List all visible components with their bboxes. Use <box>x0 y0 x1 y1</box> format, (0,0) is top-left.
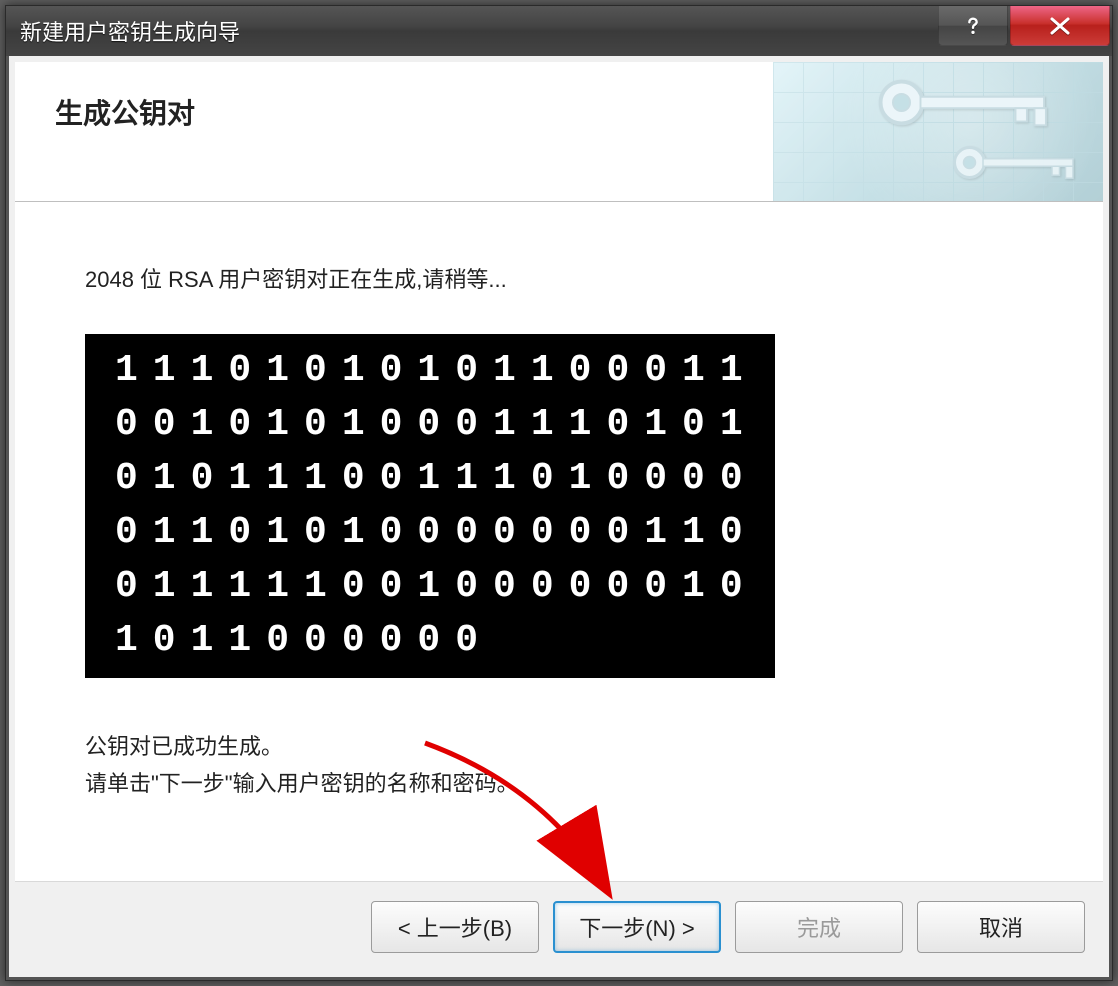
titlebar-controls <box>938 6 1112 46</box>
wizard-content: 2048 位 RSA 用户密钥对正在生成,请稍等... 111010101011… <box>15 202 1103 881</box>
wizard-footer: < 上一步(B) 下一步(N) > 完成 取消 <box>15 881 1103 971</box>
next-button[interactable]: 下一步(N) > <box>553 901 721 953</box>
key-icon <box>947 140 1097 185</box>
back-button[interactable]: < 上一步(B) <box>371 901 539 953</box>
page-title: 生成公钥对 <box>55 92 195 132</box>
window-title: 新建用户密钥生成向导 <box>20 15 240 47</box>
instruction-text: 请单击"下一步"输入用户密钥的名称和密码。 <box>85 765 1033 802</box>
help-button[interactable] <box>938 6 1008 46</box>
banner-art <box>773 62 1103 201</box>
generation-status-text: 2048 位 RSA 用户密钥对正在生成,请稍等... <box>85 262 1033 294</box>
close-button[interactable] <box>1010 6 1110 46</box>
wizard-header: 生成公钥对 <box>15 62 1103 202</box>
wizard-inner: 生成公钥对 2048 位 RSA 用户密钥对正在生成,请稍等... 111010… <box>15 62 1103 971</box>
cancel-button[interactable]: 取消 <box>917 901 1085 953</box>
wizard-window: 新建用户密钥生成向导 <box>5 5 1113 981</box>
close-icon <box>1048 16 1072 36</box>
client-area: 生成公钥对 2048 位 RSA 用户密钥对正在生成,请稍等... 111010… <box>6 56 1112 980</box>
binary-output: 1110101010110001100101010001110101010111… <box>85 334 775 678</box>
success-text: 公钥对已成功生成。 <box>85 728 1033 765</box>
help-icon <box>962 15 984 37</box>
result-message: 公钥对已成功生成。 请单击"下一步"输入用户密钥的名称和密码。 <box>85 728 1033 803</box>
key-icon <box>873 74 1063 131</box>
titlebar: 新建用户密钥生成向导 <box>6 6 1112 56</box>
finish-button[interactable]: 完成 <box>735 901 903 953</box>
